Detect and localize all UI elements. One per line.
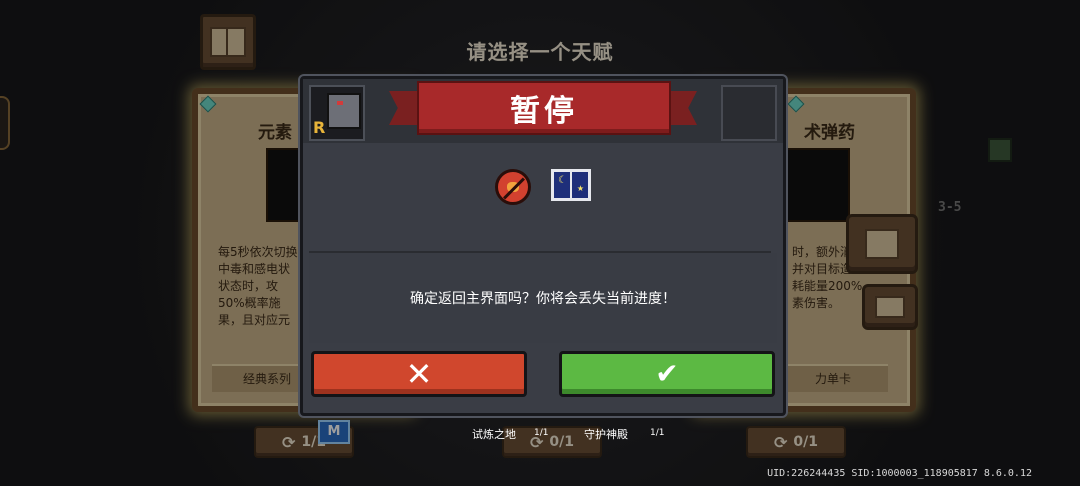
guard-label: 守护神殿 [584, 428, 628, 441]
confirm-message: 确定返回主界面吗？你将会丢失当前进度！ [309, 253, 777, 343]
pause-title: 暂停 [510, 94, 578, 129]
moon-icon: ☾ [558, 175, 567, 186]
guard-count: 1/1 [650, 428, 665, 438]
pause-dialog: R 暂停 ☾ ★ 确定返回主界面吗？你将会丢失当前进度！ ✕ ✔ [300, 76, 786, 416]
night-mode-icon: ☾ ★ [551, 169, 591, 201]
empty-slot [721, 85, 777, 141]
star-icon: ★ [576, 184, 584, 193]
character-portrait: R [309, 85, 365, 141]
close-icon: ✕ [405, 355, 433, 393]
checkmark-icon: ✔ [655, 357, 679, 390]
cancel-button[interactable]: ✕ [311, 351, 527, 397]
trial-label: 试炼之地 [472, 428, 516, 441]
status-icons-row: ☾ ★ [303, 169, 783, 213]
rank-badge: R [313, 118, 326, 137]
character-eye [337, 101, 343, 105]
character-sprite [327, 93, 361, 129]
trial-count: 1/1 [534, 428, 549, 438]
confirm-button[interactable]: ✔ [559, 351, 775, 397]
pause-title-banner: 暂停 [417, 81, 671, 135]
no-pets-icon [495, 169, 531, 205]
uid-text: UID:226244435 SID:1000003_118905817 8.6.… [767, 468, 1032, 479]
